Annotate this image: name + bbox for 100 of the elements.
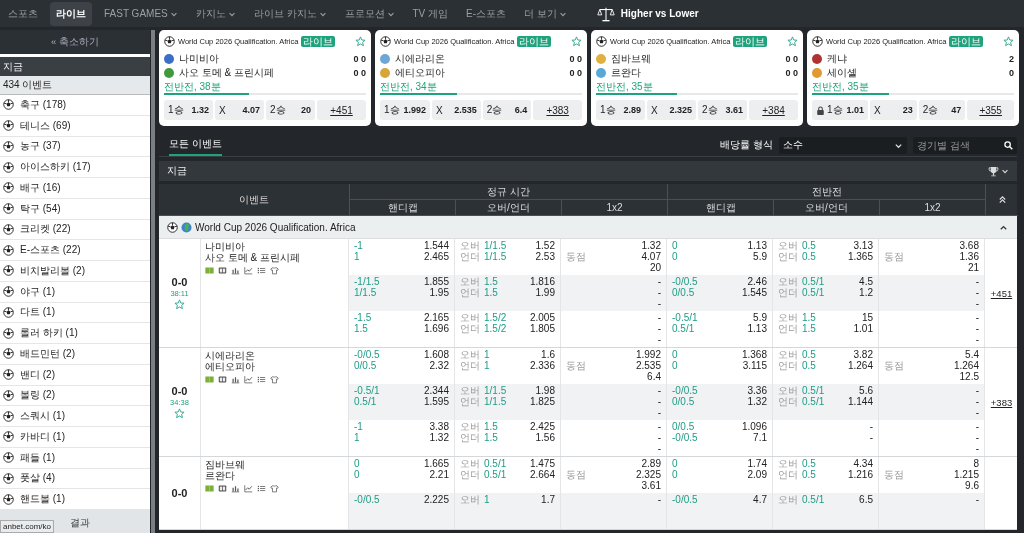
search-field[interactable]: 경기별 검색 [913, 136, 1017, 154]
odds-value[interactable]: 5.9 [753, 251, 767, 262]
odds-value[interactable]: - [869, 432, 873, 443]
nav-item[interactable]: TV 게임 [406, 1, 455, 26]
more-markets-button[interactable]: +451 [317, 100, 366, 120]
odds-value[interactable]: 1.36 [959, 251, 979, 262]
sport-item[interactable]: 배드민턴 (2) [0, 344, 150, 365]
odds-value[interactable]: - [657, 312, 661, 323]
odds-value[interactable]: 2.325 [635, 469, 661, 480]
odds-button[interactable]: X 4.07 [215, 100, 264, 120]
odds-value[interactable]: - [657, 407, 661, 418]
sport-item[interactable]: 카바디 (1) [0, 427, 150, 448]
odds-value[interactable]: 21 [967, 262, 979, 273]
odds-value[interactable]: 1.32 [641, 240, 661, 251]
sport-item[interactable]: 볼링 (2) [0, 385, 150, 407]
odds-value[interactable]: 3.38 [429, 421, 449, 432]
sport-item[interactable]: 축구 (178) [0, 95, 150, 116]
odds-value[interactable]: 1.13 [747, 323, 767, 334]
more-markets-button[interactable]: +384 [749, 100, 798, 120]
odds-value[interactable]: 1.13 [747, 240, 767, 251]
nav-item[interactable]: E-스포츠 [460, 1, 513, 26]
more-markets-button[interactable]: +355 [967, 100, 1014, 120]
odds-value[interactable]: 1.855 [423, 276, 449, 287]
odds-value[interactable]: 2.005 [529, 312, 555, 323]
odds-value[interactable]: 2.21 [429, 469, 449, 480]
odds-value[interactable]: 1.368 [741, 349, 767, 360]
odds-value[interactable]: 2.165 [423, 312, 449, 323]
odds-value[interactable]: 9.6 [965, 480, 979, 491]
odds-value[interactable]: 2.336 [529, 360, 555, 371]
filter-tab[interactable]: 모든 이벤트 [169, 134, 222, 156]
league-header[interactable]: World Cup 2026 Qualification. Africa [159, 216, 1017, 239]
odds-value[interactable]: 1.696 [423, 323, 449, 334]
odds-value[interactable]: 1.544 [423, 240, 449, 251]
promo-link[interactable]: Higher vs Lower [596, 5, 699, 22]
odds-value[interactable]: 1.6 [541, 349, 555, 360]
odds-value[interactable]: 4.5 [859, 276, 873, 287]
sport-item[interactable]: 다트 (1) [0, 302, 150, 324]
odds-value[interactable]: 1.608 [423, 349, 449, 360]
team-name[interactable]: 에티오피아 [205, 361, 344, 372]
odds-value[interactable]: 1.216 [847, 469, 873, 480]
odds-value[interactable]: - [975, 276, 979, 287]
odds-value[interactable]: - [975, 334, 979, 345]
odds-value[interactable]: 1.805 [529, 323, 555, 334]
odds-value[interactable]: 2.664 [529, 469, 555, 480]
odds-value[interactable]: 3.36 [747, 385, 767, 396]
sport-item[interactable]: 패들 (1) [0, 447, 150, 469]
odds-button[interactable]: 2승 47 [918, 100, 966, 120]
odds-value[interactable]: - [975, 323, 979, 334]
team-name[interactable]: 시에라리온 [205, 350, 344, 361]
odds-value[interactable]: - [657, 323, 661, 334]
odds-value[interactable]: - [657, 385, 661, 396]
odds-value[interactable]: 5.9 [753, 312, 767, 323]
odds-value[interactable]: 3.115 [742, 360, 767, 371]
sport-item[interactable]: 농구 (37) [0, 136, 150, 158]
odds-value[interactable]: 6.5 [859, 494, 873, 505]
odds-value[interactable]: 1.74 [747, 458, 767, 469]
odds-button[interactable]: 1승 1.992 [380, 100, 431, 120]
odds-button[interactable]: 1승 1.32 [164, 100, 213, 120]
odds-format-select[interactable]: 소수 [779, 136, 907, 154]
odds-value[interactable]: 1.665 [423, 458, 449, 469]
odds-button[interactable]: 1승 1.01 [812, 100, 869, 120]
sport-item[interactable]: 테니스 (69) [0, 115, 150, 137]
nav-item[interactable]: FAST GAMES [98, 3, 184, 24]
odds-value[interactable]: 20 [649, 262, 661, 273]
odds-value[interactable]: - [657, 421, 661, 432]
odds-value[interactable]: 5.6 [859, 385, 873, 396]
odds-value[interactable]: - [975, 407, 979, 418]
odds-value[interactable]: 1.01 [853, 323, 873, 334]
odds-value[interactable]: 1.475 [529, 458, 555, 469]
nav-item[interactable]: 라이브 카지노 [247, 1, 333, 26]
more-markets-link[interactable]: +451 [990, 287, 1013, 299]
odds-value[interactable]: 8 [973, 458, 979, 469]
odds-value[interactable]: 4.07 [641, 251, 661, 262]
odds-value[interactable]: - [975, 287, 979, 298]
more-markets-link[interactable]: +383 [990, 396, 1013, 408]
odds-value[interactable]: 1.2 [859, 287, 873, 298]
odds-value[interactable]: 1.215 [953, 469, 979, 480]
sport-item[interactable]: 야구 (1) [0, 281, 150, 303]
odds-value[interactable]: - [975, 432, 979, 443]
odds-value[interactable]: 1.545 [741, 287, 767, 298]
odds-value[interactable]: - [657, 432, 661, 443]
odds-value[interactable]: 3.61 [641, 480, 661, 491]
sport-item[interactable]: 아이스하키 (17) [0, 157, 150, 178]
odds-button[interactable]: X 23 [870, 100, 917, 120]
odds-value[interactable]: - [975, 385, 979, 396]
odds-button[interactable]: X 2.325 [647, 100, 696, 120]
nav-item[interactable]: 프로모션 [338, 1, 401, 26]
odds-value[interactable]: - [975, 396, 979, 407]
odds-value[interactable]: 2.465 [423, 251, 449, 262]
odds-value[interactable]: 1.825 [529, 396, 555, 407]
odds-button[interactable]: X 2.535 [432, 100, 481, 120]
odds-value[interactable]: - [657, 443, 661, 454]
odds-value[interactable]: 1.95 [429, 287, 449, 298]
odds-value[interactable]: 2.09 [747, 469, 767, 480]
odds-value[interactable]: - [657, 494, 661, 505]
nav-item[interactable]: 더 보기 [518, 1, 573, 26]
odds-value[interactable]: 1.98 [535, 385, 555, 396]
odds-value[interactable]: 2.535 [635, 360, 661, 371]
collapse-button[interactable]: « 축소하기 [0, 30, 150, 54]
nav-item[interactable]: 카지노 [189, 1, 242, 26]
